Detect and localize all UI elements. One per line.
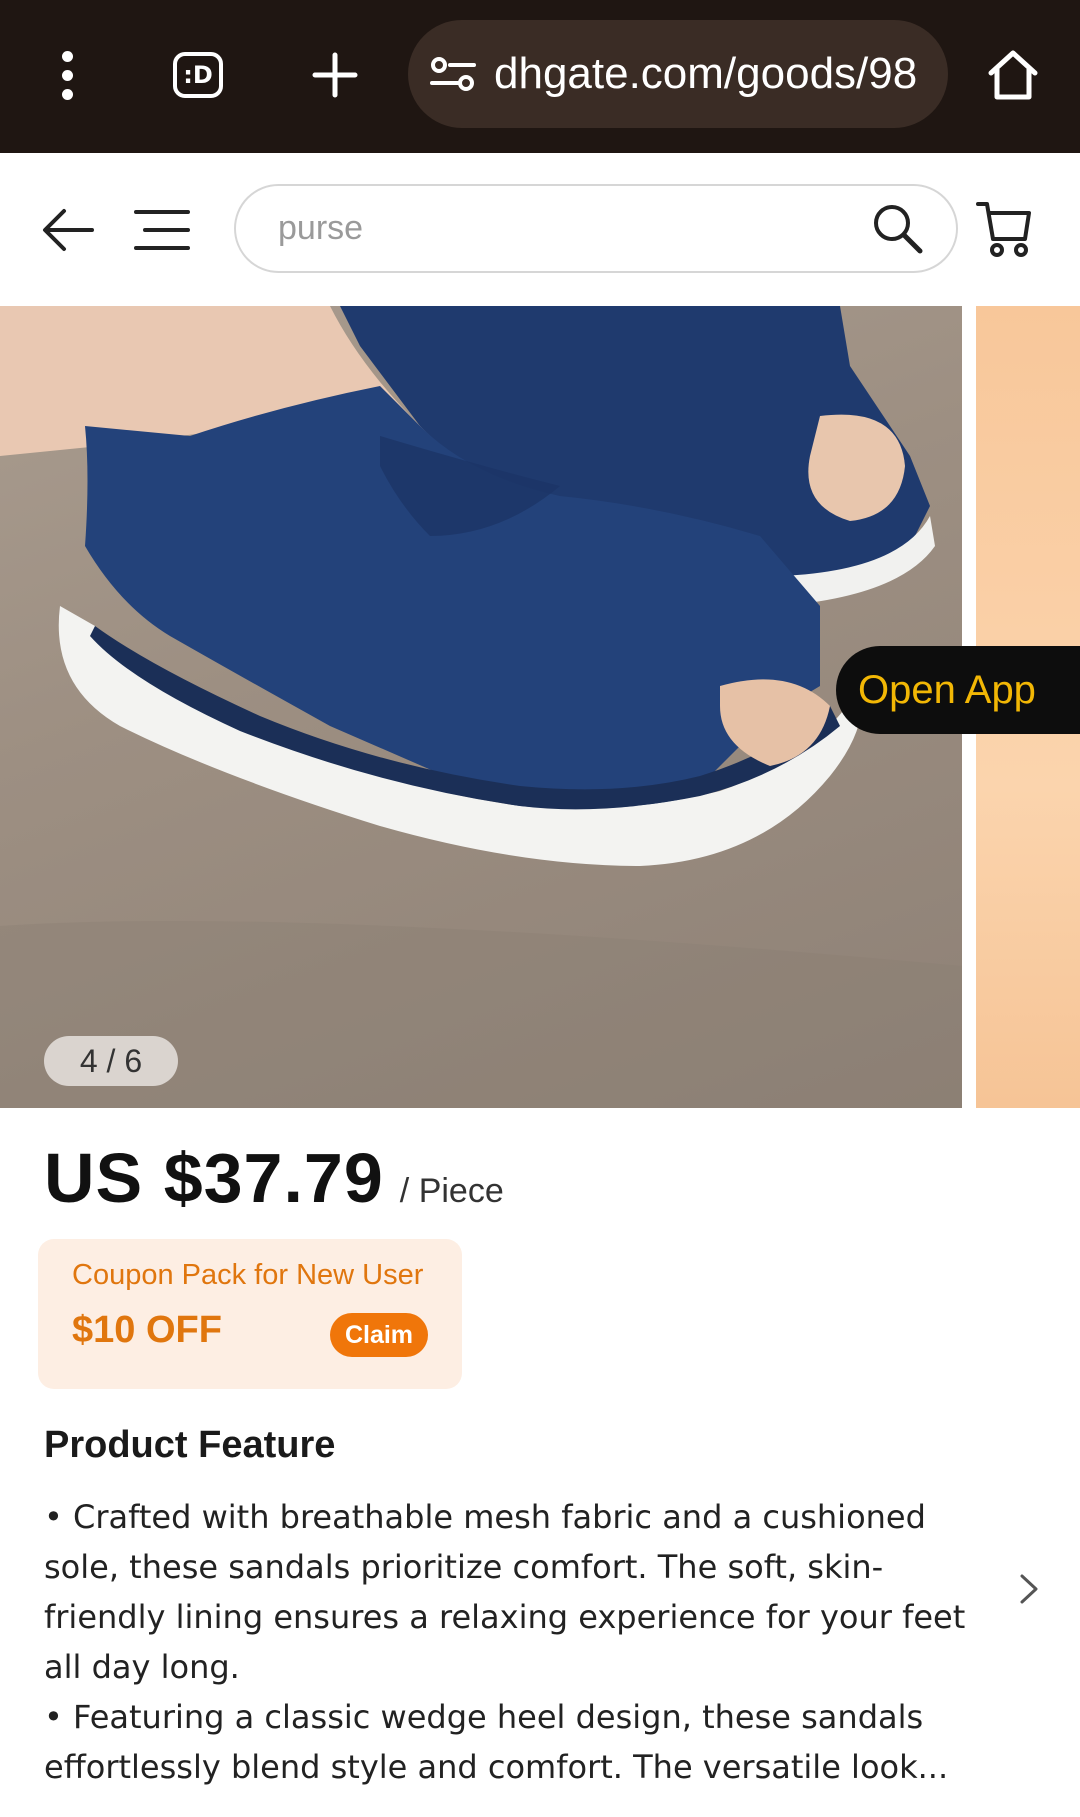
home-icon	[988, 50, 1038, 100]
back-button[interactable]	[36, 198, 100, 262]
coupon-amount: $10 OFF	[72, 1309, 222, 1351]
product-feature-heading: Product Feature	[44, 1424, 336, 1466]
product-price: US $37.79	[44, 1139, 384, 1217]
open-app-button[interactable]: Open App	[836, 646, 1080, 734]
back-arrow-icon	[43, 209, 94, 251]
chevron-right-icon[interactable]	[1014, 1572, 1044, 1606]
new-user-coupon[interactable]: Coupon Pack for New User $10 OFF Claim	[38, 1239, 462, 1389]
tab-count-badge: :D	[173, 52, 223, 98]
hamburger-menu-icon	[134, 210, 190, 250]
price-row: US $37.79 / Piece	[44, 1138, 504, 1218]
category-menu-button[interactable]	[130, 198, 194, 262]
search-placeholder: purse	[278, 209, 364, 247]
home-button[interactable]	[968, 30, 1058, 120]
price-unit: / Piece	[399, 1172, 504, 1210]
product-image-gallery[interactable]: 4 / 6 Open App	[0, 306, 1080, 1108]
cart-button[interactable]	[972, 197, 1036, 261]
tab-switcher-button[interactable]: :D	[153, 30, 243, 120]
new-tab-button[interactable]	[290, 30, 380, 120]
site-header: purse	[0, 153, 1080, 306]
plus-icon	[312, 52, 358, 98]
search-input[interactable]: purse	[234, 184, 958, 273]
shopping-cart-icon	[976, 202, 1031, 257]
product-feature-description[interactable]: • Crafted with breathable mesh fabric an…	[44, 1492, 974, 1792]
coupon-title: Coupon Pack for New User	[72, 1259, 424, 1291]
url-text[interactable]: dhgate.com/goods/98	[494, 49, 917, 99]
product-image[interactable]: 4 / 6	[0, 306, 962, 1108]
feature-bullet: • Featuring a classic wedge heel design,…	[44, 1698, 949, 1786]
image-counter: 4 / 6	[44, 1036, 178, 1086]
browser-menu-button[interactable]	[22, 30, 112, 120]
site-settings-icon[interactable]	[430, 54, 476, 94]
search-icon[interactable]	[868, 199, 928, 259]
browser-toolbar: :D dhgate.com/goods/98	[0, 0, 1080, 153]
sandal-photo	[0, 306, 962, 1108]
kebab-menu-icon	[61, 47, 73, 104]
claim-button[interactable]: Claim	[330, 1313, 428, 1357]
address-bar[interactable]: dhgate.com/goods/98	[408, 20, 948, 128]
feature-bullet: • Crafted with breathable mesh fabric an…	[44, 1498, 966, 1686]
